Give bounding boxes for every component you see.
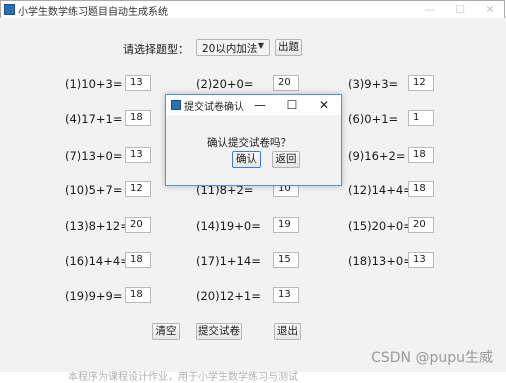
dialog-app-icon [171, 100, 181, 110]
answer-field[interactable]: 20 [408, 217, 434, 233]
minimize-icon[interactable]: — [415, 1, 445, 19]
app-icon [4, 4, 15, 15]
question-label: (9)16+2= [348, 149, 406, 163]
question-label: (13)8+12= [65, 219, 130, 233]
question-label: (12)14+4= [348, 183, 413, 197]
question-label: (6)0+1= [348, 112, 399, 126]
answer-field[interactable]: 12 [125, 181, 151, 197]
close-icon[interactable]: ✕ [312, 95, 336, 115]
question-label: (18)13+0= [348, 254, 413, 268]
question-label: (15)20+0= [348, 219, 413, 233]
title-bar: 小学生数学练习题目自动生成系统 — ☐ ✕ [1, 1, 504, 19]
question-label: (4)17+1= [65, 112, 123, 126]
chevron-down-icon: ▼ [257, 41, 264, 50]
question-label: (2)20+0= [196, 77, 254, 91]
watermark: CSDN @pupu生威 [371, 350, 493, 366]
answer-field[interactable]: 18 [125, 252, 151, 268]
minimize-icon[interactable]: — [248, 95, 272, 115]
type-select-value: 20以内加法 [202, 43, 258, 55]
question-label: (10)5+7= [65, 183, 123, 197]
main-content: 请选择题型： 20以内加法 ▼ 出题 (1)10+3= 13 (2)20+0= … [0, 18, 506, 380]
answer-field[interactable]: 13 [125, 147, 151, 163]
submit-button[interactable]: 提交试卷 [196, 323, 242, 340]
type-select-label: 请选择题型： [123, 43, 189, 56]
answer-field[interactable]: 13 [125, 75, 151, 91]
dialog-message: 确认提交试卷吗？ [207, 137, 291, 149]
maximize-icon[interactable]: ☐ [445, 1, 475, 19]
confirm-button[interactable]: 确认 [232, 151, 261, 168]
window-title: 小学生数学练习题目自动生成系统 [18, 7, 168, 18]
answer-field[interactable]: 13 [273, 287, 299, 303]
answer-field[interactable]: 13 [408, 252, 434, 268]
dialog-title: 提交试卷确认 [184, 102, 244, 113]
bottom-strip: 本程序为课程设计作业，用于小学生数学练习与测试 [0, 372, 506, 383]
answer-field[interactable]: 18 [408, 181, 434, 197]
answer-field[interactable]: 20 [273, 75, 299, 91]
question-label: (7)13+0= [65, 149, 123, 163]
answer-field[interactable]: 18 [408, 147, 434, 163]
exit-button[interactable]: 退出 [274, 323, 301, 340]
submit-confirm-dialog: 提交试卷确认 — ☐ ✕ 确认提交试卷吗？ 确认 返回 [165, 94, 342, 186]
answer-field[interactable]: 18 [125, 110, 151, 126]
back-button[interactable]: 返回 [272, 151, 300, 168]
question-label: (1)10+3= [65, 77, 123, 91]
answer-field[interactable]: 19 [273, 217, 299, 233]
generate-button[interactable]: 出题 [275, 39, 302, 56]
type-select[interactable]: 20以内加法 ▼ [196, 39, 270, 56]
answer-field[interactable]: 20 [125, 217, 151, 233]
question-label: (20)12+1= [196, 289, 261, 303]
dialog-title-bar: 提交试卷确认 — ☐ ✕ [166, 95, 341, 115]
question-label: (14)19+0= [196, 219, 261, 233]
question-label: (17)1+14= [196, 254, 261, 268]
close-icon[interactable]: ✕ [475, 1, 505, 19]
question-label: (3)9+3= [348, 77, 399, 91]
maximize-icon[interactable]: ☐ [280, 95, 304, 115]
question-label: (16)14+4= [65, 254, 130, 268]
question-label: (19)9+9= [65, 289, 123, 303]
clear-button[interactable]: 清空 [152, 323, 180, 340]
answer-field[interactable]: 12 [408, 75, 434, 91]
answer-field[interactable]: 1 [408, 110, 434, 126]
answer-field[interactable]: 18 [125, 287, 151, 303]
answer-field[interactable]: 15 [273, 252, 299, 268]
